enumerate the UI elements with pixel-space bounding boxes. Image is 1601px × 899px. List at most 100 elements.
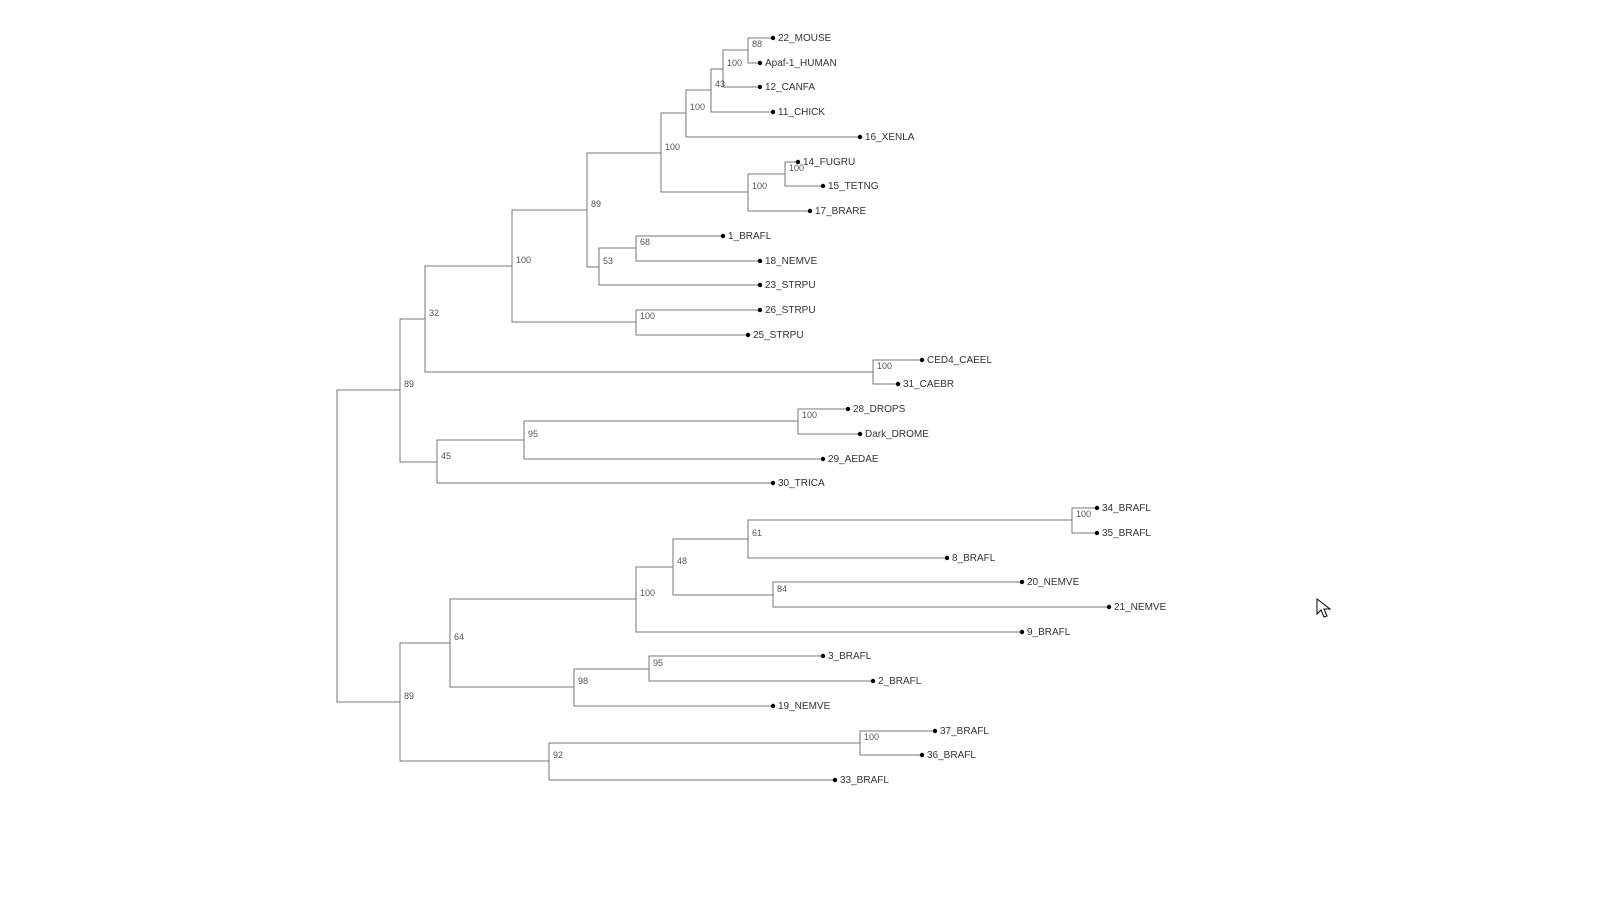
leaf-dot [771,481,775,485]
leaf-dot [821,457,825,461]
tree-branch [673,567,773,595]
tree-branch [587,210,599,267]
leaf-label: 35_BRAFL [1102,528,1151,539]
support-value: 84 [777,584,787,594]
leaf-dot [1020,630,1024,634]
tree-branch [599,267,760,285]
leaf-dot [721,234,725,238]
leaf-label: 26_STRPU [765,305,816,316]
support-value: 53 [603,256,613,266]
support-value: 100 [1076,509,1091,519]
leaf-label: 37_BRAFL [940,726,989,737]
support-value: 100 [789,163,804,173]
tree-branch [723,69,760,87]
support-value: 89 [404,691,414,701]
leaf-dot [1095,531,1099,535]
leaf-dot [833,778,837,782]
support-value: 48 [677,556,687,566]
leaf-label: 20_NEMVE [1027,577,1080,588]
leaf-label: 9_BRAFL [1027,627,1071,638]
leaf-label: 11_CHICK [778,107,825,118]
tree-branch [549,743,860,761]
tree-branch [549,761,835,780]
leaf-label: Apaf-1_HUMAN [765,58,837,69]
tree-branch [873,372,898,384]
leaf-label: 15_TETNG [828,181,879,192]
support-value: 43 [715,79,725,89]
tree-branch [524,440,823,459]
support-value: 100 [690,102,705,112]
tree-branch [748,539,947,558]
tree-branch [400,390,437,462]
leaf-dot [808,209,812,213]
tree-branch [337,390,400,546]
leaf-dot [945,556,949,560]
tree-branch [860,743,922,755]
tree-branch [636,248,760,261]
support-value: 100 [877,361,892,371]
support-value: 64 [454,632,464,642]
support-value: 100 [640,588,655,598]
support-value: 88 [752,39,762,49]
tree-branch [711,90,773,112]
leaf-dot [746,333,750,337]
support-value: 92 [553,750,563,760]
leaf-label: 23_STRPU [765,280,816,291]
support-value: 95 [528,429,538,439]
leaf-dot [758,259,762,263]
leaf-dot [920,753,924,757]
support-value: 68 [640,237,650,247]
tree-branch [773,595,1109,607]
leaf-label: 31_CAEBR [903,379,954,390]
tree-branch [661,153,748,192]
leaf-dot [1107,605,1111,609]
support-value: 89 [591,199,601,209]
leaf-dot [1020,580,1024,584]
leaf-label: 16_XENLA [865,132,915,143]
leaf-dot [1095,506,1099,510]
leaf-dot [771,36,775,40]
tree-branch [512,266,636,322]
leaf-label: 30_TRICA [778,478,825,489]
leaf-label: 21_NEMVE [1114,602,1167,613]
tree-branch [400,702,549,761]
support-value: 89 [404,379,414,389]
tree-branch [748,50,760,63]
leaf-dot [758,283,762,287]
phylogenetic-tree: 88 100 43 100 100 100 100 68 53 89 100 100 100 32 100 9… [0,0,1601,899]
leaf-label: 17_BRARE [815,206,866,217]
leaf-dot [758,308,762,312]
tree-branch [1072,520,1097,533]
tree-branch [773,582,1022,595]
leaf-label: CED4_CAEEL [927,355,992,366]
support-value: 32 [429,308,439,318]
support-value: 45 [441,451,451,461]
leaf-label: 12_CANFA [765,82,815,93]
tree-branch [636,599,1022,632]
tree-branch [524,421,798,440]
leaf-label: 3_BRAFL [828,651,872,662]
tree-branch [450,643,574,687]
support-value: 100 [864,732,879,742]
support-value: 95 [653,658,663,668]
tree-branch [636,322,748,335]
leaf-label: 22_MOUSE [778,33,832,44]
support-value: 100 [802,410,817,420]
tree-branch [748,520,1072,539]
leaf-label: 19_NEMVE [778,701,831,712]
leaf-dot [771,110,775,114]
tree-branch [337,546,400,702]
leaf-dot [858,135,862,139]
leaf-label: Dark_DROME [865,429,929,440]
support-value: 98 [578,676,588,686]
leaf-label: 34_BRAFL [1102,503,1151,514]
support-value: 100 [640,311,655,321]
tree-branch [437,462,773,483]
support-value: 100 [516,255,531,265]
leaf-dot [821,654,825,658]
support-value: 100 [752,181,767,191]
support-value: 100 [727,58,742,68]
tree-branch [649,669,873,681]
tree-branch [649,656,823,669]
leaf-label: 14_FUGRU [803,157,855,168]
